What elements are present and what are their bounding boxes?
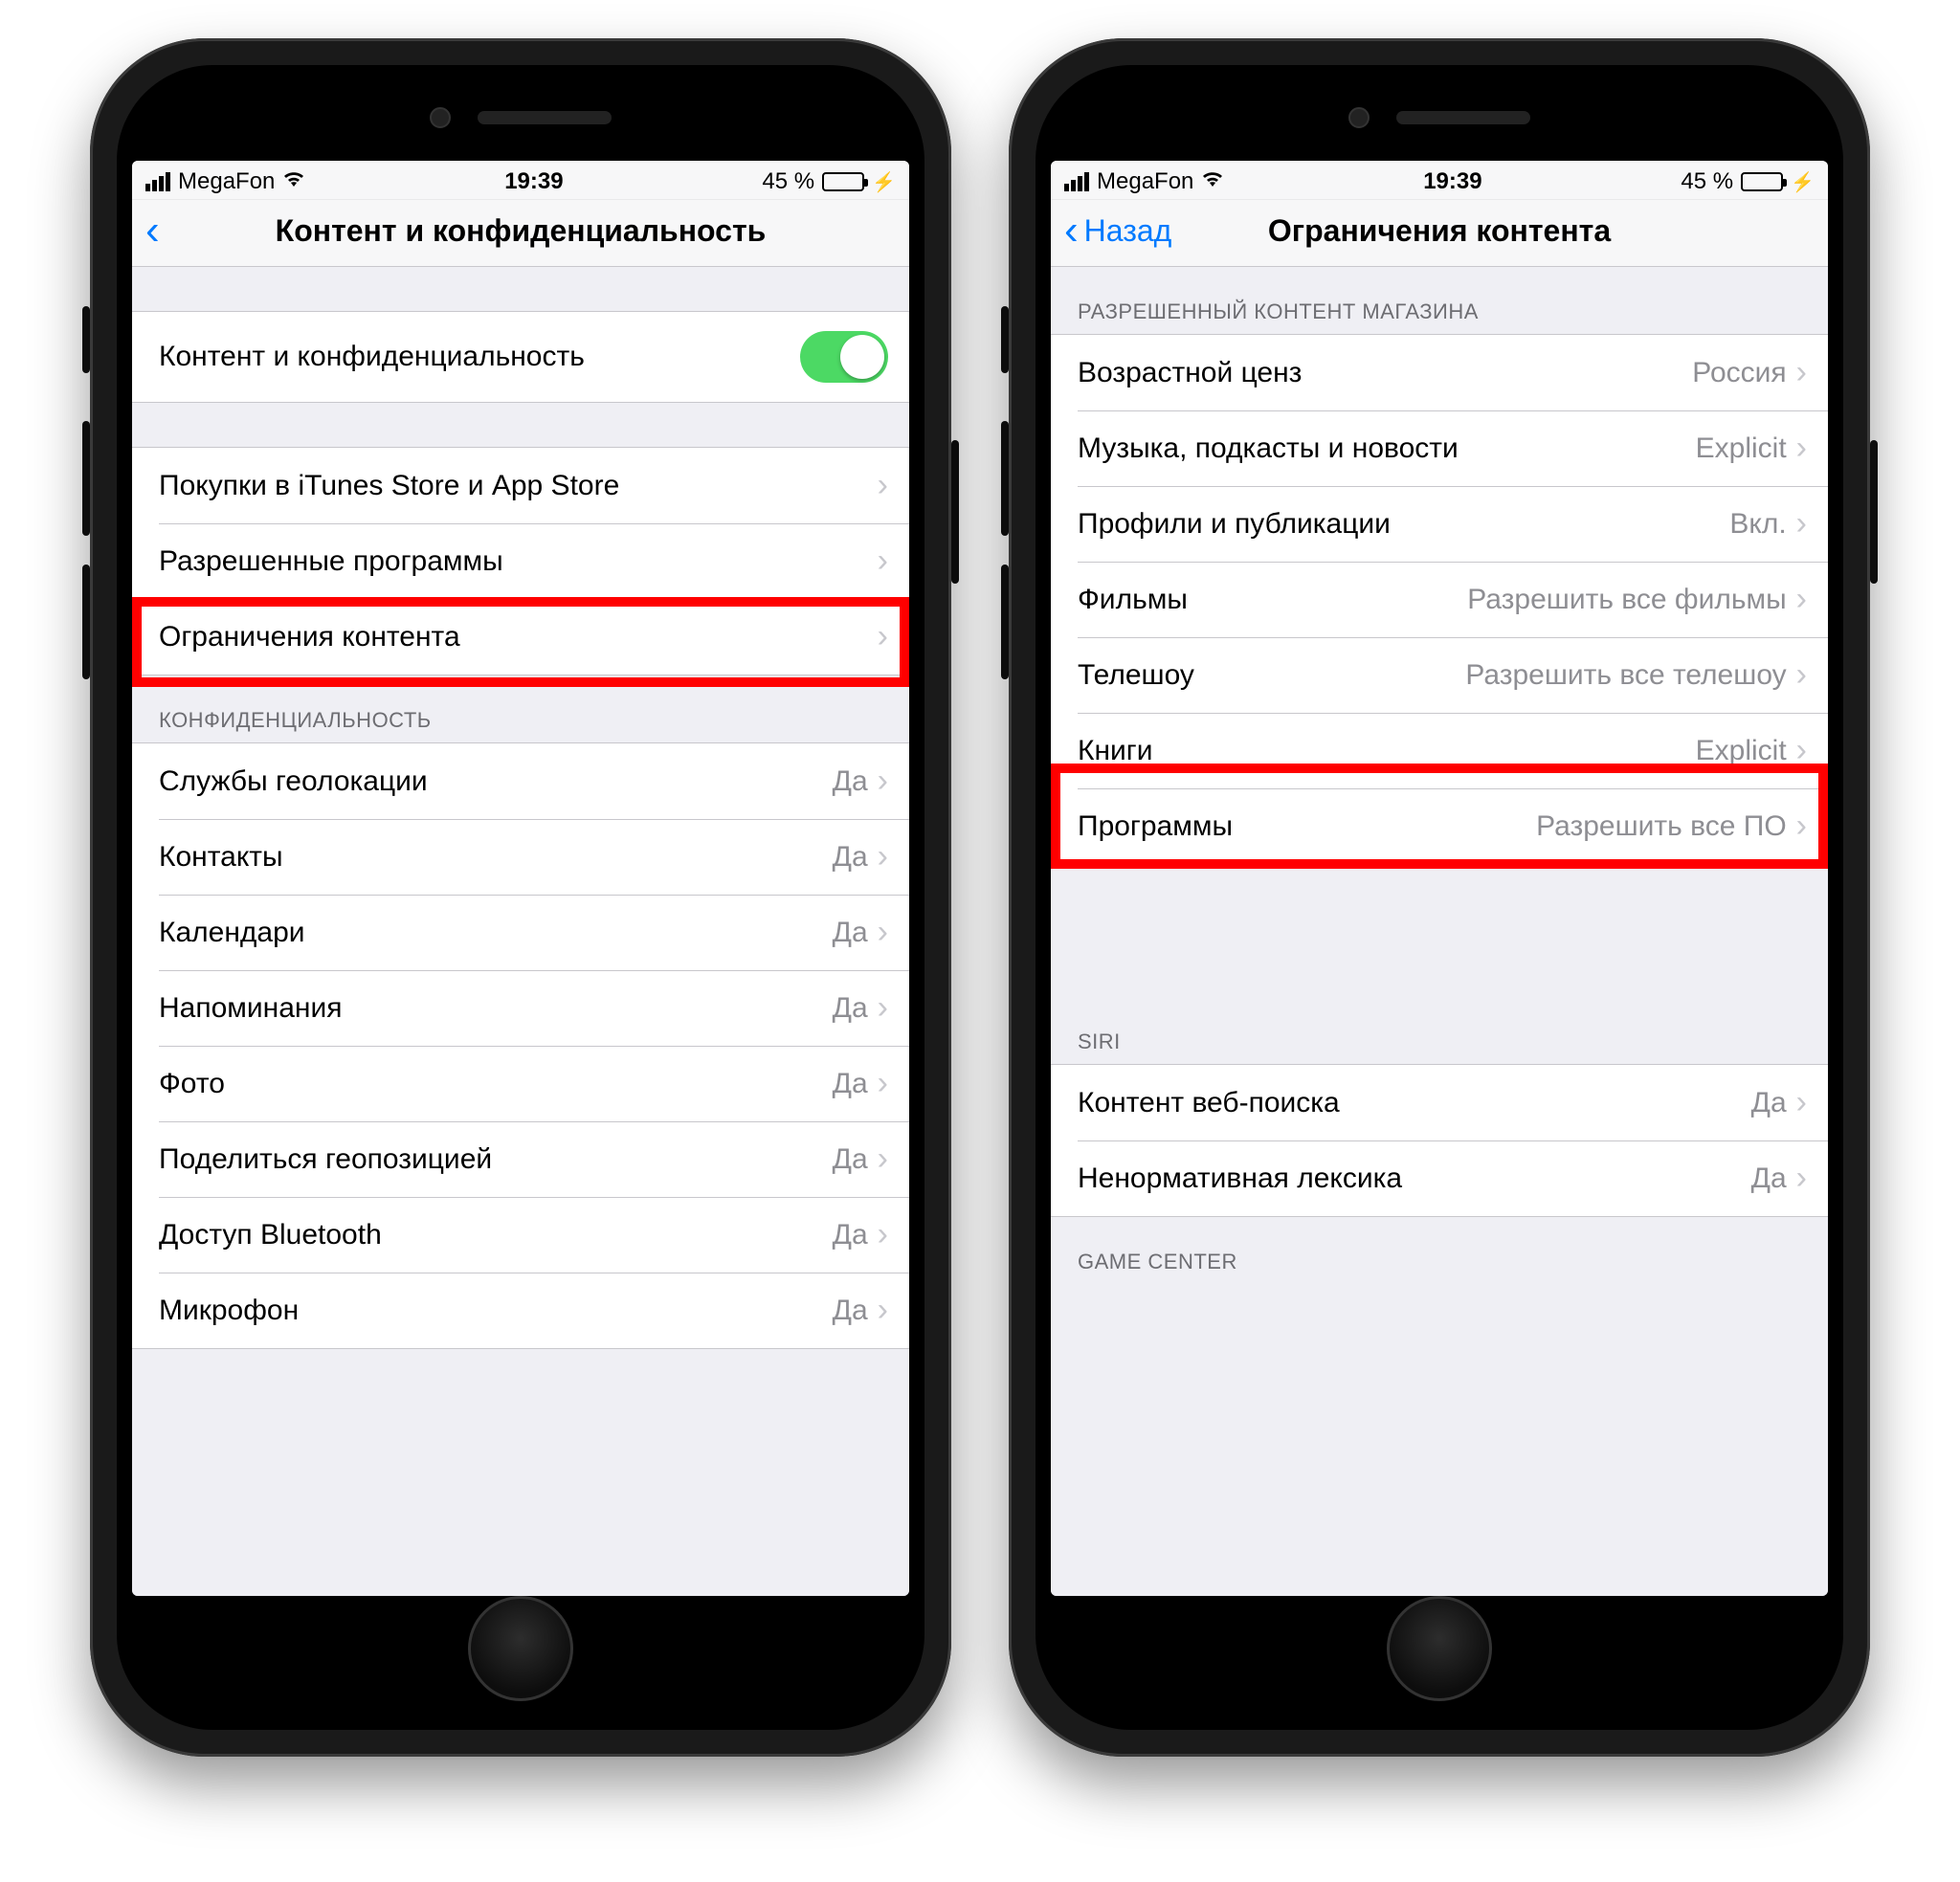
home-button[interactable] (468, 1596, 573, 1701)
nav-bar: ‹ Назад Ограничения контента (1051, 200, 1828, 267)
chevron-right-icon: › (1796, 1084, 1807, 1121)
row-contacts[interactable]: Контакты Да › (132, 819, 909, 895)
charging-icon: ⚡ (1791, 170, 1815, 194)
page-title: Контент и конфиденциальность (145, 213, 896, 249)
row-apps[interactable]: Программы Разрешить все ПО › (1051, 788, 1828, 864)
row-movies[interactable]: Фильмы Разрешить все фильмы › (1051, 562, 1828, 637)
chevron-right-icon: › (1796, 656, 1807, 694)
row-profiles-posts[interactable]: Профили и публикации Вкл. › (1051, 486, 1828, 562)
group-header-store: РАЗРЕШЕННЫЙ КОНТЕНТ МАГАЗИНА (1051, 267, 1828, 334)
chevron-right-icon: › (878, 914, 888, 951)
clock: 19:39 (504, 168, 563, 195)
chevron-left-icon: ‹ (145, 218, 160, 243)
chevron-right-icon: › (878, 1065, 888, 1102)
chevron-right-icon: › (878, 1216, 888, 1253)
row-location-services[interactable]: Службы геолокации Да › (132, 743, 909, 819)
row-age-rating[interactable]: Возрастной ценз Россия › (1051, 335, 1828, 410)
chevron-right-icon: › (1796, 505, 1807, 542)
wifi-icon (282, 169, 305, 194)
page-title: Ограничения контента (1064, 213, 1815, 249)
chevron-right-icon: › (878, 838, 888, 875)
row-books[interactable]: Книги Explicit › (1051, 713, 1828, 788)
chevron-right-icon: › (878, 1292, 888, 1329)
chevron-right-icon: › (878, 618, 888, 655)
chevron-right-icon: › (878, 467, 888, 504)
back-button[interactable]: ‹ Назад (1064, 213, 1171, 249)
phone-frame-left: MegaFon 19:39 45 % ⚡ ‹ Контент и конфиде… (90, 38, 951, 1757)
back-label: Назад (1084, 213, 1172, 249)
status-bar: MegaFon 19:39 45 % ⚡ (132, 161, 909, 200)
chevron-left-icon: ‹ (1064, 218, 1079, 243)
carrier-label: MegaFon (1097, 168, 1193, 195)
chevron-right-icon: › (1796, 581, 1807, 618)
battery-percent: 45 % (1681, 168, 1733, 195)
chevron-right-icon: › (878, 763, 888, 800)
group-header-privacy: КОНФИДЕНЦИАЛЬНОСТЬ (132, 675, 909, 742)
toggle-switch[interactable] (800, 331, 888, 383)
chevron-right-icon: › (1796, 732, 1807, 769)
battery-icon (822, 172, 864, 191)
nav-bar: ‹ Контент и конфиденциальность (132, 200, 909, 267)
toggle-label: Контент и конфиденциальность (159, 341, 800, 373)
chevron-right-icon: › (1796, 808, 1807, 845)
row-share-location[interactable]: Поделиться геопозицией Да › (132, 1121, 909, 1197)
row-explicit-language[interactable]: Ненормативная лексика Да › (1051, 1140, 1828, 1216)
chevron-right-icon: › (1796, 354, 1807, 391)
group-header-gamecenter: GAME CENTER (1051, 1217, 1828, 1284)
row-allowed-apps[interactable]: Разрешенные программы › (132, 523, 909, 599)
chevron-right-icon: › (1796, 1160, 1807, 1197)
battery-percent: 45 % (762, 168, 814, 195)
row-itunes-purchases[interactable]: Покупки в iTunes Store и App Store › (132, 448, 909, 523)
row-bluetooth[interactable]: Доступ Bluetooth Да › (132, 1197, 909, 1273)
toggle-row-content-privacy[interactable]: Контент и конфиденциальность (132, 312, 909, 402)
group-header-siri: SIRI (1051, 1018, 1828, 1064)
home-button[interactable] (1387, 1596, 1492, 1701)
row-music-podcasts[interactable]: Музыка, подкасты и новости Explicit › (1051, 410, 1828, 486)
row-calendars[interactable]: Календари Да › (132, 895, 909, 970)
signal-icon (145, 172, 170, 191)
row-reminders[interactable]: Напоминания Да › (132, 970, 909, 1046)
chevron-right-icon: › (878, 989, 888, 1027)
row-microphone[interactable]: Микрофон Да › (132, 1273, 909, 1348)
wifi-icon (1201, 169, 1224, 194)
chevron-right-icon: › (878, 1140, 888, 1178)
row-content-restrictions[interactable]: Ограничения контента › (132, 599, 909, 675)
row-photos[interactable]: Фото Да › (132, 1046, 909, 1121)
phone-frame-right: MegaFon 19:39 45 % ⚡ ‹ Назад Ограничен (1009, 38, 1870, 1757)
signal-icon (1064, 172, 1089, 191)
charging-icon: ⚡ (872, 170, 896, 194)
clock: 19:39 (1423, 168, 1481, 195)
chevron-right-icon: › (1796, 430, 1807, 467)
carrier-label: MegaFon (178, 168, 275, 195)
row-web-search[interactable]: Контент веб-поиска Да › (1051, 1065, 1828, 1140)
chevron-right-icon: › (878, 542, 888, 580)
row-tvshows[interactable]: Телешоу Разрешить все телешоу › (1051, 637, 1828, 713)
back-button[interactable]: ‹ (145, 218, 162, 243)
status-bar: MegaFon 19:39 45 % ⚡ (1051, 161, 1828, 200)
battery-icon (1741, 172, 1783, 191)
